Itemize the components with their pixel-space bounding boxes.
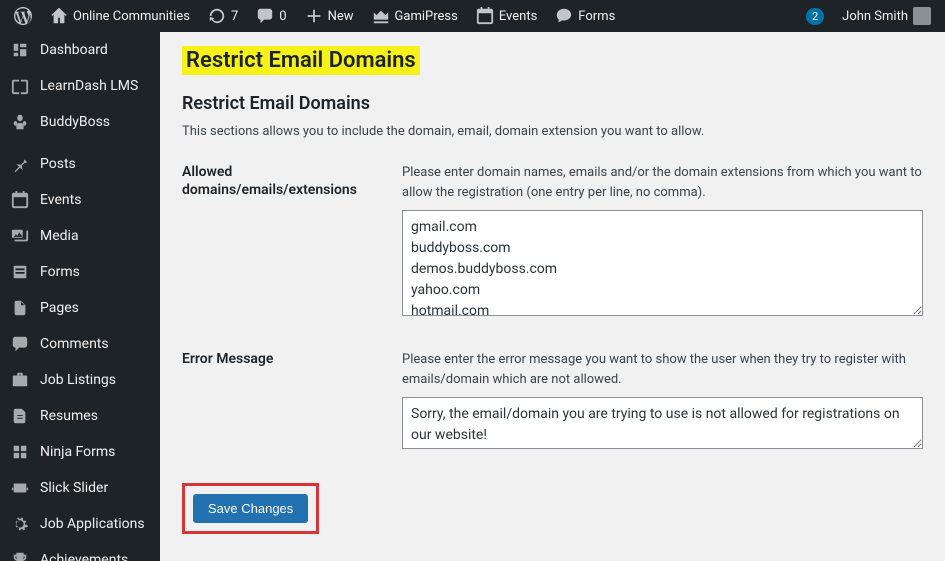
comments-count: 0 (279, 9, 286, 24)
pin-icon (10, 154, 30, 174)
error-message-textarea[interactable] (402, 397, 923, 449)
chat-icon (555, 7, 573, 25)
crown-icon (372, 7, 390, 25)
document-icon (10, 406, 30, 426)
calendar-icon (10, 190, 30, 210)
updates-count: 7 (231, 9, 238, 24)
allowed-domains-label: Allowed domains/emails/extensions (182, 163, 402, 320)
sidebar-item-pages[interactable]: Pages (0, 290, 160, 326)
save-changes-button[interactable]: Save Changes (193, 494, 308, 523)
sidebar-item-forms[interactable]: Forms (0, 254, 160, 290)
new-content-link[interactable]: New (299, 0, 360, 32)
admin-sidebar: Dashboard LearnDash LMS BuddyBoss Posts … (0, 32, 160, 561)
grid-icon (10, 442, 30, 462)
updates-link[interactable]: 7 (202, 0, 244, 32)
highlight-title: Restrict Email Domains (182, 46, 420, 75)
error-message-row: Error Message Please enter the error mes… (182, 350, 923, 453)
speech-bubble-icon (256, 7, 274, 25)
home-icon (50, 7, 68, 25)
error-message-help: Please enter the error message you want … (402, 350, 923, 389)
sidebar-item-label: Job Applications (40, 516, 145, 532)
calendar-icon (476, 7, 494, 25)
comment-icon (10, 334, 30, 354)
sidebar-item-label: Ninja Forms (40, 444, 115, 460)
sidebar-item-achievements[interactable]: Achievements (0, 542, 160, 561)
forms-link[interactable]: Forms (549, 0, 621, 32)
sidebar-item-comments[interactable]: Comments (0, 326, 160, 362)
sidebar-item-media[interactable]: Media (0, 218, 160, 254)
sidebar-item-slick-slider[interactable]: Slick Slider (0, 470, 160, 506)
comments-link[interactable]: 0 (250, 0, 292, 32)
avatar (913, 7, 931, 25)
briefcase-icon (10, 370, 30, 390)
sidebar-item-ninja-forms[interactable]: Ninja Forms (0, 434, 160, 470)
sidebar-item-label: Slick Slider (40, 480, 108, 496)
plus-icon (305, 7, 323, 25)
notifications-link[interactable]: 2 (800, 0, 830, 32)
sidebar-item-resumes[interactable]: Resumes (0, 398, 160, 434)
sidebar-item-events[interactable]: Events (0, 182, 160, 218)
sidebar-item-learndash[interactable]: LearnDash LMS (0, 68, 160, 104)
sidebar-item-label: LearnDash LMS (40, 78, 138, 94)
admin-topbar: Online Communities 7 0 New GamiPress Eve… (0, 0, 945, 32)
update-icon (208, 7, 226, 25)
error-message-label: Error Message (182, 350, 402, 453)
gamipress-label: GamiPress (395, 9, 458, 24)
site-name-link[interactable]: Online Communities (44, 0, 196, 32)
sidebar-item-label: Posts (40, 156, 76, 172)
forms-icon (10, 262, 30, 282)
sidebar-item-label: Media (40, 228, 79, 244)
sidebar-item-job-applications[interactable]: Job Applications (0, 506, 160, 542)
section-description: This sections allows you to include the … (182, 124, 923, 139)
media-icon (10, 226, 30, 246)
page-icon (10, 298, 30, 318)
sidebar-item-label: Pages (40, 300, 79, 316)
sidebar-item-job-listings[interactable]: Job Listings (0, 362, 160, 398)
dashboard-icon (10, 40, 30, 60)
slider-icon (10, 478, 30, 498)
gamipress-link[interactable]: GamiPress (366, 0, 464, 32)
book-icon (10, 76, 30, 96)
sidebar-item-label: Comments (40, 336, 109, 352)
events-label: Events (499, 9, 537, 24)
sidebar-item-label: Dashboard (40, 42, 108, 58)
sidebar-item-label: Job Listings (40, 372, 116, 388)
trophy-icon (10, 550, 30, 561)
sidebar-item-dashboard[interactable]: Dashboard (0, 32, 160, 68)
new-label: New (328, 9, 354, 24)
sidebar-item-buddyboss[interactable]: BuddyBoss (0, 104, 160, 140)
main-content: Restrict Email Domains Restrict Email Do… (160, 32, 945, 561)
events-link[interactable]: Events (470, 0, 543, 32)
sidebar-item-label: Forms (40, 264, 80, 280)
site-name-label: Online Communities (73, 9, 190, 24)
allowed-domains-textarea[interactable] (402, 210, 923, 316)
section-title: Restrict Email Domains (182, 93, 923, 114)
sidebar-item-label: Resumes (40, 408, 98, 424)
sidebar-item-posts[interactable]: Posts (0, 146, 160, 182)
sidebar-item-label: Events (40, 192, 81, 208)
wordpress-icon (14, 7, 32, 25)
allowed-domains-help: Please enter domain names, emails and/or… (402, 163, 923, 202)
forms-label: Forms (578, 9, 615, 24)
user-account-link[interactable]: John Smith (836, 0, 937, 32)
notifications-badge: 2 (806, 8, 824, 25)
allowed-domains-row: Allowed domains/emails/extensions Please… (182, 163, 923, 320)
gear-icon (10, 514, 30, 534)
sidebar-item-label: Achievements (40, 552, 128, 561)
save-highlight-box: Save Changes (182, 483, 319, 534)
user-name-label: John Smith (842, 9, 908, 24)
sidebar-item-label: BuddyBoss (40, 114, 110, 130)
wordpress-logo[interactable] (8, 0, 38, 32)
buddyboss-icon (10, 112, 30, 132)
